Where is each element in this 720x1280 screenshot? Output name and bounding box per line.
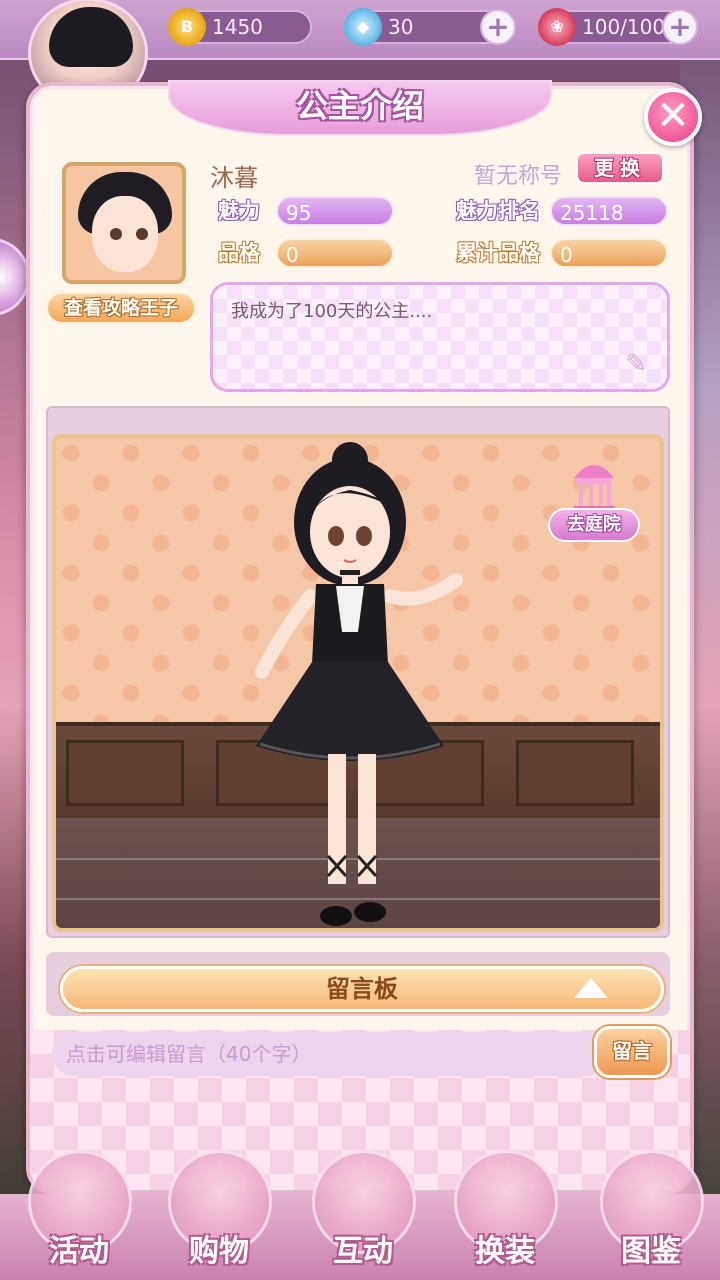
- nav-dressup[interactable]: 换装: [440, 1150, 570, 1280]
- nav-activity[interactable]: 活动: [14, 1150, 144, 1280]
- character-stat: 0 品格: [212, 238, 394, 268]
- rose-counter: ❀ 100/100 +: [538, 8, 698, 46]
- rose-value: 100/100: [582, 15, 666, 39]
- rose-icon: ❀: [538, 8, 576, 46]
- message-input[interactable]: [52, 1032, 608, 1076]
- pencil-icon[interactable]: ✎: [621, 349, 651, 379]
- diamond-counter: ◆ 30 +: [344, 8, 516, 46]
- nav-shopping[interactable]: 购物: [154, 1150, 284, 1280]
- nav-interact-label: 互动: [333, 1234, 393, 1269]
- expand-arrow-icon[interactable]: [574, 978, 608, 998]
- princess-portrait: [62, 162, 186, 284]
- charm-rank-value: 25118: [550, 196, 668, 226]
- charm-value: 95: [276, 196, 394, 226]
- charm-stat: 95 魅力: [212, 196, 394, 226]
- gazebo-icon: [574, 465, 614, 512]
- close-button[interactable]: ✕: [644, 88, 702, 146]
- dialog-title: 公主介绍: [295, 87, 424, 125]
- total-character-value: 0: [550, 238, 668, 268]
- add-rose-button[interactable]: +: [662, 9, 698, 45]
- bio-text: 我成为了100天的公主....: [231, 301, 433, 322]
- add-diamond-button[interactable]: +: [480, 9, 516, 45]
- resource-bar: B 1450 ◆ 30 + ❀ 100/100 +: [0, 0, 720, 108]
- gold-coin-icon: B: [168, 8, 206, 46]
- gold-counter: B 1450: [168, 8, 312, 46]
- nav-activity-label: 活动: [49, 1234, 109, 1269]
- character-label: 品格: [218, 241, 260, 265]
- gold-value: 1450: [212, 15, 263, 39]
- princess-character: [255, 442, 463, 926]
- nav-shopping-label: 购物: [189, 1234, 249, 1269]
- dialog-title-ribbon: 公主介绍: [168, 80, 552, 136]
- charm-rank-stat: 25118 魅力排名: [450, 196, 668, 226]
- nav-dressup-label: 换装: [475, 1234, 535, 1269]
- nav-gallery-label: 图鉴: [621, 1234, 681, 1269]
- go-garden-label: 去庭院: [548, 508, 640, 542]
- post-message-button[interactable]: 留言: [594, 1026, 670, 1078]
- diamond-value: 30: [388, 15, 414, 39]
- bio-box[interactable]: 我成为了100天的公主.... ✎: [210, 282, 670, 392]
- go-garden-button[interactable]: 去庭院: [548, 456, 640, 548]
- view-strategy-prince-button[interactable]: 查看攻略王子: [46, 292, 196, 324]
- close-icon: ✕: [656, 93, 690, 139]
- character-value: 0: [276, 238, 394, 268]
- change-title-button[interactable]: 更换: [576, 152, 664, 184]
- diamond-icon: ◆: [344, 8, 382, 46]
- charm-rank-label: 魅力排名: [456, 199, 540, 223]
- nav-gallery[interactable]: 图鉴: [586, 1150, 716, 1280]
- charm-label: 魅力: [218, 199, 260, 223]
- message-board-title: 留言板: [326, 975, 398, 1003]
- princess-name: 沐暮: [210, 164, 258, 192]
- nav-interact[interactable]: 互动: [298, 1150, 428, 1280]
- total-character-label: 累计品格: [456, 241, 540, 265]
- total-character-stat: 0 累计品格: [450, 238, 668, 268]
- title-status: 暂无称号: [474, 164, 563, 189]
